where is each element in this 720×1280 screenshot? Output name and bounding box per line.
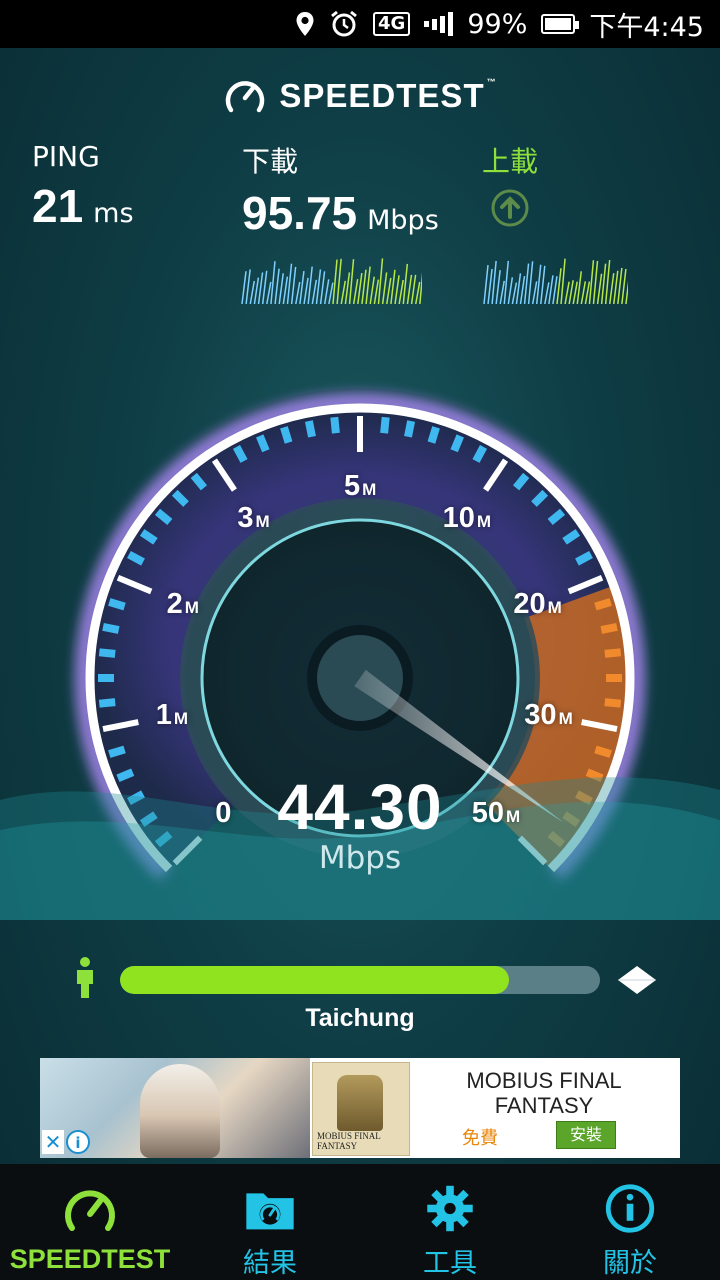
alarm-icon <box>329 9 359 39</box>
gauge-label-10: 10 M <box>442 501 492 534</box>
ad-game-logo[interactable]: MOBIUS FINAL FANTASY <box>312 1062 410 1156</box>
ad-banner[interactable]: MOBIUS FINAL FANTASY MOBIUS FINAL FANTASY… <box>40 1058 680 1158</box>
nav-tools[interactable]: 工具 <box>360 1164 540 1280</box>
nav-label: 工具 <box>423 1248 477 1279</box>
upload-graph <box>483 258 628 304</box>
ping-value: 21 ms <box>32 180 134 232</box>
test-progress-fill <box>120 966 509 994</box>
location-icon <box>295 11 315 37</box>
server-name[interactable]: Taichung <box>0 1004 720 1033</box>
ad-install-button[interactable]: 安裝 <box>556 1121 616 1149</box>
upload-metric: 上載 <box>482 140 538 232</box>
test-progress-bar <box>120 966 600 994</box>
download-graph <box>241 258 422 304</box>
nav-label: SPEEDTEST <box>9 1244 171 1274</box>
current-speed-value: 44.30 <box>277 771 443 843</box>
gauge-label-20: 20 M <box>513 588 562 621</box>
ad-title[interactable]: MOBIUS FINAL FANTASY <box>444 1068 644 1118</box>
download-value: 95.75 Mbps <box>242 187 439 239</box>
battery-percent: 99% <box>467 8 528 40</box>
info-icon <box>605 1184 655 1233</box>
battery-icon <box>541 14 580 34</box>
speedtest-logo-icon <box>226 81 265 113</box>
upload-label: 上載 <box>482 145 539 178</box>
ping-metric: PING 21 ms <box>32 140 134 233</box>
app-header: SPEEDTEST ™ <box>0 74 720 118</box>
server-icon[interactable] <box>616 964 658 996</box>
ad-close-icon[interactable]: ✕ <box>42 1130 64 1154</box>
nav-about[interactable]: 關於 <box>540 1164 720 1280</box>
ad-info-icon[interactable]: i <box>66 1130 90 1154</box>
results-folder-icon <box>246 1193 294 1230</box>
brand-title: SPEEDTEST ™ <box>279 77 497 114</box>
gauge-label-5: 5M <box>344 469 377 502</box>
ad-price: 免費 <box>462 1128 498 1149</box>
arrow-up-circle-icon <box>491 189 529 227</box>
gauge-label-1: 1M <box>155 698 188 731</box>
download-metric: 下載 95.75 Mbps <box>242 140 439 240</box>
gauge-label-3: 3M <box>237 501 270 534</box>
bottom-nav: SPEEDTEST 結果 工具 關於 <box>0 1164 720 1280</box>
nav-speedtest[interactable]: SPEEDTEST <box>0 1164 180 1280</box>
download-label: 下載 <box>242 145 299 178</box>
signal-icon <box>424 12 454 36</box>
clock: 下午4:45 <box>589 11 704 43</box>
nav-results[interactable]: 結果 <box>180 1164 360 1280</box>
network-4g-icon: 4G <box>373 12 411 36</box>
gauge-icon <box>65 1190 115 1231</box>
nav-label: 結果 <box>243 1248 297 1279</box>
gauge-label-2: 2M <box>166 588 199 621</box>
status-bar: 4G 99% 下午4:45 <box>0 0 720 48</box>
gauge-label-30: 30 M <box>524 698 573 731</box>
gear-icon <box>427 1185 473 1232</box>
ping-label: PING <box>32 140 100 173</box>
nav-label: 關於 <box>603 1248 657 1279</box>
current-speed-unit: Mbps <box>318 840 402 876</box>
person-icon <box>77 957 93 998</box>
